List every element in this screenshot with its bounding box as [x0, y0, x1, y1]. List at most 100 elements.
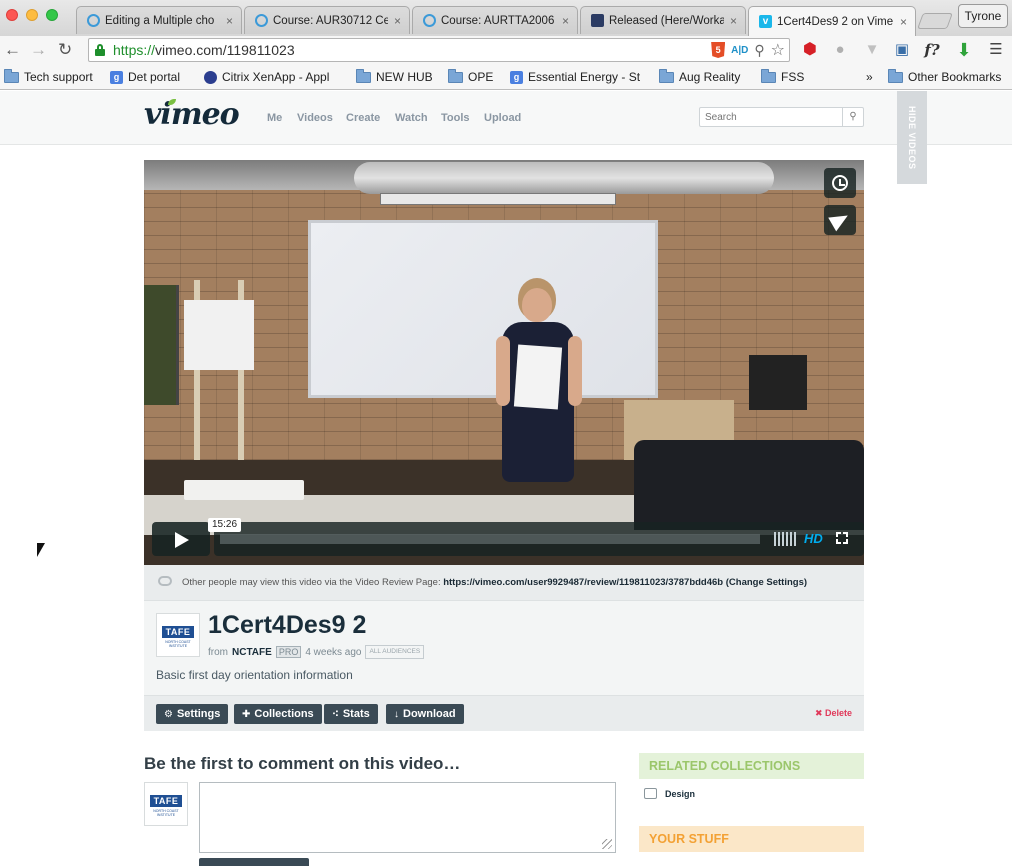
related-collection-item[interactable]: Design	[644, 788, 695, 799]
duration-tooltip: 15:26	[208, 518, 242, 532]
owner-link[interactable]: NCTAFE	[232, 647, 272, 658]
bookmark-item[interactable]: Citrix XenApp - Appl	[204, 69, 329, 85]
tab-close-icon[interactable]: ×	[562, 14, 569, 28]
f-question-icon[interactable]: f?	[922, 40, 942, 60]
browser-toolbar: ← → ↻ https://vimeo.com/119811023 5 A|D …	[0, 36, 1012, 64]
stats-button[interactable]: ⁖ Stats	[324, 704, 378, 724]
browser-tab[interactable]: Course: AURTTA2006 ×	[412, 6, 578, 34]
maximize-window-button[interactable]	[46, 9, 58, 21]
download-button[interactable]: ↓ Download	[386, 704, 464, 724]
tab-close-icon[interactable]: ×	[900, 15, 907, 29]
bookmark-item[interactable]: Tech support	[4, 68, 93, 85]
video-frame-equipment	[634, 440, 864, 530]
folder-icon	[761, 68, 776, 83]
audience-badge: ALL AUDIENCES	[365, 645, 425, 659]
new-tab-button[interactable]	[917, 13, 953, 29]
collections-button[interactable]: ✚ Collections	[234, 704, 322, 724]
video-player[interactable]: HD 15:26	[144, 160, 864, 565]
html5-icon[interactable]: 5	[711, 42, 726, 58]
extension-grey-icon[interactable]: ●	[830, 40, 850, 60]
minimize-window-button[interactable]	[26, 9, 38, 21]
folder-icon	[659, 68, 674, 83]
fullscreen-icon[interactable]	[836, 532, 848, 544]
share-button[interactable]	[824, 205, 856, 235]
play-button[interactable]	[152, 522, 210, 556]
search-icon[interactable]: ⚲	[842, 108, 863, 126]
download-arrow-icon[interactable]: ⬇	[954, 40, 974, 60]
owner-avatar[interactable]: TAFE NORTH COAST INSTITUTE	[156, 613, 200, 657]
bookmark-item[interactable]: g Det portal	[110, 69, 180, 85]
your-stuff-heading: YOUR STUFF	[639, 826, 864, 852]
adblock-icon[interactable]: ⬢	[800, 40, 820, 60]
change-settings-link[interactable]: (Change Settings)	[726, 577, 807, 588]
other-bookmarks[interactable]: Other Bookmarks	[888, 68, 1001, 85]
google-icon: g	[510, 70, 523, 84]
filter-icon[interactable]: ▼	[862, 40, 882, 60]
profile-button[interactable]: Tyrone	[958, 4, 1008, 28]
hd-toggle[interactable]: HD	[804, 531, 823, 546]
bookmark-item[interactable]: FSS	[761, 68, 804, 85]
hide-videos-tab[interactable]: HIDE VIDEOS	[897, 91, 927, 184]
comment-input[interactable]	[200, 783, 615, 852]
site-search: ⚲	[699, 107, 864, 127]
video-frame-projector-screen	[380, 193, 616, 205]
tab-title: 1Cert4Des9 2 on Vime	[777, 15, 894, 28]
tab-close-icon[interactable]: ×	[394, 14, 401, 28]
url-text[interactable]: https://vimeo.com/119811023	[113, 42, 295, 58]
video-description: Basic first day orientation information	[156, 668, 353, 682]
video-frame-monitor	[749, 355, 807, 410]
nav-create[interactable]: Create	[346, 112, 380, 124]
nav-videos[interactable]: Videos	[297, 112, 333, 124]
settings-button[interactable]: ⚙ Settings	[156, 704, 229, 724]
review-page-link[interactable]: https://vimeo.com/user9929487/review/119…	[443, 577, 723, 588]
browser-tab[interactable]: Released (Here/Worka ×	[580, 6, 746, 34]
reload-icon[interactable]: ↻	[58, 39, 72, 61]
zoom-icon[interactable]: ⚲	[754, 42, 764, 59]
tab-title: Editing a Multiple cho	[105, 14, 215, 27]
browser-tab[interactable]: Course: AUR30712 Ce ×	[244, 6, 410, 34]
video-frame-whiteboard	[308, 220, 658, 398]
address-bar[interactable]: https://vimeo.com/119811023 5 A|D ⚲ ☆	[88, 38, 790, 62]
tab-close-icon[interactable]: ×	[226, 14, 233, 28]
resize-grip-icon[interactable]	[602, 839, 612, 849]
nav-upload[interactable]: Upload	[484, 112, 521, 124]
delete-link[interactable]: ✖ Delete	[815, 708, 852, 719]
play-icon	[175, 532, 189, 548]
vimeo-icon: v	[759, 15, 772, 28]
video-frame-papers	[184, 480, 304, 500]
video-frame-duct	[354, 162, 774, 194]
clock-icon	[832, 175, 848, 191]
bookmark-item[interactable]: g Essential Energy - St	[510, 69, 640, 85]
browser-tab-active[interactable]: v 1Cert4Des9 2 on Vime ×	[748, 6, 916, 36]
search-input[interactable]	[700, 108, 840, 126]
extension-icon[interactable]: ▣	[892, 40, 912, 60]
bookmarks-overflow-button[interactable]: »	[866, 69, 873, 85]
volume-icon[interactable]	[774, 532, 796, 546]
menu-icon[interactable]: ☰	[986, 40, 1006, 60]
nav-watch[interactable]: Watch	[395, 112, 428, 124]
tab-close-icon[interactable]: ×	[730, 14, 737, 28]
bookmark-star-icon[interactable]: ☆	[771, 40, 785, 60]
vimeo-logo[interactable]: vimeo	[144, 97, 240, 132]
forward-arrow-icon[interactable]: →	[30, 39, 47, 61]
progress-bar[interactable]	[220, 534, 760, 544]
stats-icon: ⁖	[332, 709, 339, 720]
related-collections-heading: RELATED COLLECTIONS	[639, 753, 864, 779]
comment-box	[199, 782, 616, 853]
bookmark-item[interactable]: NEW HUB	[356, 68, 433, 85]
browser-tab[interactable]: Editing a Multiple cho ×	[76, 6, 242, 34]
lock-icon	[95, 44, 105, 56]
bookmarks-bar: Tech support g Det portal Citrix XenApp -…	[0, 64, 1012, 90]
citrix-icon	[204, 70, 217, 84]
comments-heading: Be the first to comment on this video…	[144, 754, 461, 773]
bookmark-item[interactable]: Aug Reality	[659, 68, 740, 85]
atlassian-icon	[591, 14, 604, 27]
add-comment-button[interactable]	[199, 858, 309, 866]
nav-tools[interactable]: Tools	[441, 112, 470, 124]
watch-later-button[interactable]	[824, 168, 856, 198]
aid-icon[interactable]: A|D	[731, 45, 748, 56]
nav-me[interactable]: Me	[267, 112, 282, 124]
close-window-button[interactable]	[6, 9, 18, 21]
back-arrow-icon[interactable]: ←	[4, 39, 21, 61]
bookmark-item[interactable]: OPE	[448, 68, 493, 85]
